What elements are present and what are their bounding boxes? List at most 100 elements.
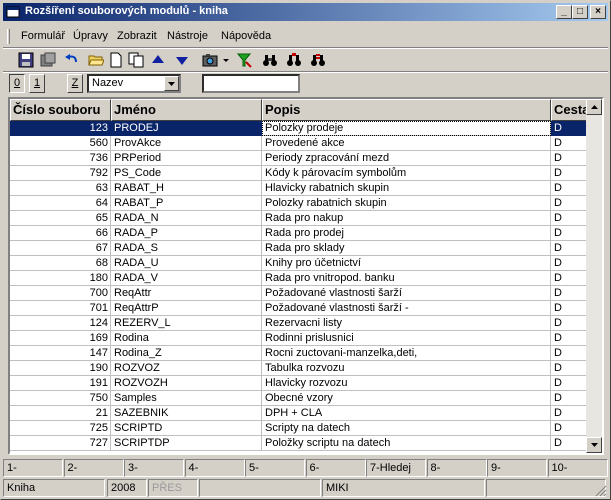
scroll-down-icon[interactable]	[586, 437, 602, 453]
cell-jmeno[interactable]: RABAT_P	[111, 196, 262, 211]
chevron-down-icon[interactable]	[164, 76, 179, 91]
table-row[interactable]: 147 Rodina_Z Rocni zuctovani-manzelka,deti…	[10, 346, 586, 361]
cell-cislo[interactable]: 736	[10, 151, 111, 166]
fkey-10[interactable]: 10-	[547, 459, 608, 477]
cell-cislo[interactable]: 65	[10, 211, 111, 226]
column-header-popis[interactable]: Popis	[262, 99, 551, 121]
sort-field-combo[interactable]: Nazev	[87, 74, 181, 93]
cell-jmeno[interactable]: RADA_S	[111, 241, 262, 256]
table-row[interactable]: 124 REZERV_L Rezervacni listy D	[10, 316, 586, 331]
close-button[interactable]: ×	[590, 5, 606, 19]
menu-nastroje[interactable]: Nástroje	[167, 30, 208, 42]
cell-cislo[interactable]: 750	[10, 391, 111, 406]
cell-jmeno[interactable]: ROZVOZH	[111, 376, 262, 391]
filter-icon[interactable]	[235, 51, 253, 69]
scroll-up-icon[interactable]	[586, 99, 602, 115]
cell-popis[interactable]: Rada pro nakup	[262, 211, 551, 226]
cell-popis[interactable]: Požadované vlastnosti šarží	[262, 286, 551, 301]
cell-popis[interactable]: Položky scriptu na datech	[262, 436, 551, 451]
title-bar[interactable]: Rozšíření souborových modulů - kniha _ □…	[3, 3, 608, 21]
cell-cislo[interactable]: 560	[10, 136, 111, 151]
menu-napoveda[interactable]: Nápověda	[221, 30, 271, 42]
cell-jmeno[interactable]: SCRIPTD	[111, 421, 262, 436]
cell-popis[interactable]: Hlavicky rabatnich skupin	[262, 181, 551, 196]
undo-icon[interactable]	[63, 51, 81, 69]
column-header-jmeno[interactable]: Jméno	[111, 99, 262, 121]
cell-popis[interactable]: Obecné vzory	[262, 391, 551, 406]
binoculars-icon[interactable]	[261, 51, 279, 69]
cell-jmeno[interactable]: ReqAttrP	[111, 301, 262, 316]
cell-jmeno[interactable]: RADA_V	[111, 271, 262, 286]
cell-popis[interactable]: Kódy k párovacím symbolům	[262, 166, 551, 181]
cell-popis[interactable]: Rada pro prodej	[262, 226, 551, 241]
cell-cesta[interactable]: D	[551, 181, 586, 196]
table-row[interactable]: 64 RABAT_P Polozky rabatnich skupin D	[10, 196, 586, 211]
cell-cesta[interactable]: D	[551, 421, 586, 436]
cell-jmeno[interactable]: RADA_P	[111, 226, 262, 241]
menu-zobrazit[interactable]: Zobrazit	[117, 30, 157, 42]
cell-cesta[interactable]: D	[551, 151, 586, 166]
cell-popis[interactable]: Polozky rabatnich skupin	[262, 196, 551, 211]
cell-popis[interactable]: Rocni zuctovani-manzelka,deti,	[262, 346, 551, 361]
cell-cesta[interactable]: D	[551, 121, 586, 136]
cell-cislo[interactable]: 191	[10, 376, 111, 391]
cell-cesta[interactable]: D	[551, 316, 586, 331]
cell-cesta[interactable]: D	[551, 346, 586, 361]
cell-popis[interactable]: Požadované vlastnosti šarží -	[262, 301, 551, 316]
cell-cislo[interactable]: 124	[10, 316, 111, 331]
binoculars-next-icon[interactable]	[285, 51, 303, 69]
table-row[interactable]: 736 PRPeriod Periody zpracování mezd D	[10, 151, 586, 166]
open-folder-icon[interactable]	[87, 51, 105, 69]
cell-cesta[interactable]: D	[551, 436, 586, 451]
table-row[interactable]: 169 Rodina Rodinni prislusnici D	[10, 331, 586, 346]
sort-button-z[interactable]: Z	[67, 74, 83, 93]
fkey-7[interactable]: 7-Hledej	[366, 459, 426, 477]
cell-popis[interactable]: Scripty na datech	[262, 421, 551, 436]
minimize-button[interactable]: _	[556, 5, 572, 19]
cell-popis[interactable]: Rada pro sklady	[262, 241, 551, 256]
table-row[interactable]: 67 RADA_S Rada pro sklady D	[10, 241, 586, 256]
search-input[interactable]	[202, 74, 300, 93]
cell-popis[interactable]: DPH + CLA	[262, 406, 551, 421]
cell-cislo[interactable]: 66	[10, 226, 111, 241]
cell-popis[interactable]: Periody zpracování mezd	[262, 151, 551, 166]
cell-jmeno[interactable]: Samples	[111, 391, 262, 406]
fkey-4[interactable]: 4-	[184, 459, 245, 477]
cell-popis[interactable]: Rada pro vnitropod. banku	[262, 271, 551, 286]
table-row[interactable]: 560 ProvAkce Provedené akce D	[10, 136, 586, 151]
cell-jmeno[interactable]: PRPeriod	[111, 151, 262, 166]
cell-cislo[interactable]: 180	[10, 271, 111, 286]
cell-cesta[interactable]: D	[551, 286, 586, 301]
table-row[interactable]: 68 RADA_U Knihy pro účetnictví D	[10, 256, 586, 271]
cell-cislo[interactable]: 147	[10, 346, 111, 361]
cell-cislo[interactable]: 190	[10, 361, 111, 376]
cell-cislo[interactable]: 727	[10, 436, 111, 451]
resize-grip-icon[interactable]	[595, 485, 607, 497]
camera-icon[interactable]	[201, 51, 219, 69]
cell-cislo[interactable]: 67	[10, 241, 111, 256]
cell-cesta[interactable]: D	[551, 241, 586, 256]
table-row[interactable]: 190 ROZVOZ Tabulka rozvozu D	[10, 361, 586, 376]
table-row[interactable]: 123 PRODEJ Polozky prodeje D	[10, 121, 586, 136]
cell-cislo[interactable]: 123	[10, 121, 111, 136]
table-row[interactable]: 191 ROZVOZH Hlavicky rozvozu D	[10, 376, 586, 391]
table-row[interactable]: 792 PS_Code Kódy k párovacím symbolům D	[10, 166, 586, 181]
cell-cesta[interactable]: D	[551, 226, 586, 241]
cell-popis[interactable]: Knihy pro účetnictví	[262, 256, 551, 271]
cell-jmeno[interactable]: ReqAttr	[111, 286, 262, 301]
cell-cesta[interactable]: D	[551, 256, 586, 271]
fkey-1[interactable]: 1-	[3, 459, 63, 477]
cell-cesta[interactable]: D	[551, 136, 586, 151]
cell-jmeno[interactable]: REZERV_L	[111, 316, 262, 331]
cell-cesta[interactable]: D	[551, 301, 586, 316]
fkey-2[interactable]: 2-	[63, 459, 124, 477]
filter-button-1[interactable]: 1	[29, 74, 45, 93]
cell-jmeno[interactable]: ProvAkce	[111, 136, 262, 151]
cell-cesta[interactable]: D	[551, 361, 586, 376]
cell-popis[interactable]: Hlavicky rozvozu	[262, 376, 551, 391]
cell-jmeno[interactable]: Rodina_Z	[111, 346, 262, 361]
vertical-scrollbar[interactable]	[586, 99, 602, 453]
cell-cislo[interactable]: 792	[10, 166, 111, 181]
cell-jmeno[interactable]: SCRIPTDP	[111, 436, 262, 451]
table-row[interactable]: 65 RADA_N Rada pro nakup D	[10, 211, 586, 226]
